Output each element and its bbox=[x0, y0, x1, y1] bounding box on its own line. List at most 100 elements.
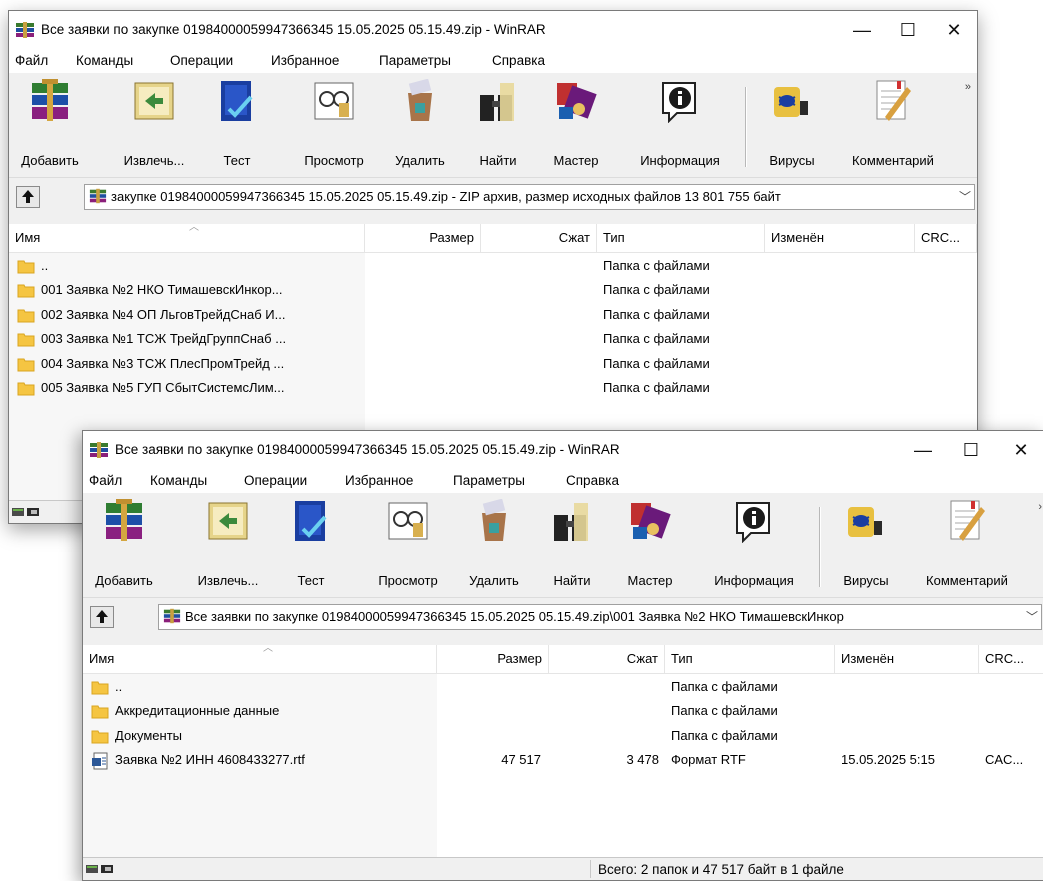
menu-operations[interactable]: Операции bbox=[244, 473, 307, 488]
winrar-archive-icon bbox=[163, 608, 181, 627]
column-crc[interactable]: CRC... bbox=[979, 645, 1043, 673]
menu-file[interactable]: Файл bbox=[89, 473, 122, 488]
file-list-row[interactable]: .. Папка с файлами bbox=[83, 676, 1043, 700]
extract-button[interactable]: Извлечь... bbox=[113, 79, 195, 175]
title-bar[interactable]: Все заявки по закупке 019840000599473663… bbox=[83, 431, 1043, 469]
folder-icon bbox=[17, 356, 35, 375]
folder-icon bbox=[17, 331, 35, 350]
wizard-button[interactable]: Мастер bbox=[621, 499, 679, 595]
menu-options[interactable]: Параметры bbox=[379, 53, 451, 68]
chevron-down-icon[interactable]: ﹀ bbox=[956, 185, 974, 209]
info-button[interactable]: Информация bbox=[699, 499, 809, 595]
column-type[interactable]: Тип bbox=[597, 224, 765, 252]
file-list-row[interactable]: 004 Заявка №3 ТСЖ ПлесПромТрейд ... Папка… bbox=[9, 353, 977, 377]
cell-type: Формат RTF bbox=[671, 752, 746, 768]
up-folder-button[interactable] bbox=[90, 606, 114, 628]
drive-status-icon bbox=[11, 505, 41, 522]
rtf-document-icon bbox=[91, 752, 109, 773]
comment-button[interactable]: Комментарий bbox=[909, 499, 1025, 595]
folder-icon bbox=[91, 679, 109, 698]
view-button[interactable]: Просмотр bbox=[366, 499, 450, 595]
add-button[interactable]: Добавить bbox=[17, 79, 83, 175]
menu-favorites[interactable]: Избранное bbox=[345, 473, 413, 488]
menu-file[interactable]: Файл bbox=[15, 53, 48, 68]
file-list-row[interactable]: 001 Заявка №2 НКО ТимашевскИнкор... Папка… bbox=[9, 279, 977, 303]
menu-help[interactable]: Справка bbox=[492, 53, 545, 68]
test-icon bbox=[217, 79, 257, 126]
folder-icon bbox=[17, 380, 35, 399]
cell-modified: 15.05.2025 5:15 bbox=[841, 752, 935, 768]
address-text: Все заявки по закупке 019840000599473663… bbox=[185, 609, 844, 624]
wizard-button[interactable]: Мастер bbox=[547, 79, 605, 175]
cell-name: 002 Заявка №4 ОП ЛьговТрейдСнаб И... bbox=[41, 306, 286, 322]
extract-button[interactable]: Извлечь... bbox=[187, 499, 269, 595]
minimize-button[interactable]: — bbox=[900, 431, 946, 469]
file-list-row[interactable]: Аккредитационные данные Папка с файлами bbox=[83, 700, 1043, 724]
delete-icon bbox=[474, 498, 514, 546]
drive-status-icon bbox=[85, 862, 115, 879]
cell-type: Папка с файлами bbox=[671, 703, 778, 719]
menu-options[interactable]: Параметры bbox=[453, 473, 525, 488]
window-title: Все заявки по закупке 019840000599473663… bbox=[41, 22, 546, 37]
file-list-row[interactable]: 002 Заявка №4 ОП ЛьговТрейдСнаб И... Папк… bbox=[9, 304, 977, 328]
cell-name: .. bbox=[41, 258, 49, 273]
delete-button[interactable]: Удалить bbox=[461, 498, 527, 595]
menu-commands[interactable]: Команды bbox=[150, 473, 207, 488]
folder-icon bbox=[91, 703, 109, 722]
column-packed[interactable]: Сжат bbox=[549, 645, 665, 673]
toolbar-overflow-chevron[interactable]: » bbox=[965, 81, 971, 93]
file-list-row[interactable]: Заявка №2 ИНН 4608433277.rtf 47 517 3 478 Ф… bbox=[83, 749, 1043, 773]
view-icon bbox=[311, 79, 357, 126]
comment-button[interactable]: Комментарий bbox=[835, 79, 951, 175]
menu-favorites[interactable]: Избранное bbox=[271, 53, 339, 68]
column-type[interactable]: Тип bbox=[665, 645, 835, 673]
toolbar: Добавить Извлечь... Тест Просмотр Удалит… bbox=[9, 73, 977, 177]
info-icon bbox=[731, 499, 777, 546]
close-button[interactable]: ✕ bbox=[931, 11, 977, 49]
add-button[interactable]: Добавить bbox=[91, 499, 157, 595]
minimize-button[interactable]: — bbox=[839, 11, 885, 49]
maximize-button[interactable]: ☐ bbox=[885, 11, 931, 49]
menu-commands[interactable]: Команды bbox=[76, 53, 133, 68]
address-combobox[interactable]: Все заявки по закупке 019840000599473663… bbox=[158, 604, 1042, 630]
file-list-row[interactable]: 005 Заявка №5 ГУП СбытСистемсЛим... Папка… bbox=[9, 377, 977, 401]
column-size[interactable]: Размер bbox=[437, 645, 549, 673]
close-button[interactable]: ✕ bbox=[998, 431, 1043, 469]
delete-icon bbox=[400, 78, 440, 126]
address-bar: Все заявки по закупке 019840000599473663… bbox=[83, 597, 1043, 636]
title-bar[interactable]: Все заявки по закупке 019840000599473663… bbox=[9, 11, 977, 49]
find-button[interactable]: Найти bbox=[471, 79, 525, 175]
virus-scan-button[interactable]: Вирусы bbox=[759, 79, 825, 175]
view-button[interactable]: Просмотр bbox=[292, 79, 376, 175]
column-crc[interactable]: CRC... bbox=[915, 224, 977, 252]
test-button[interactable]: Тест bbox=[288, 499, 334, 595]
wizard-icon bbox=[553, 79, 599, 126]
column-modified[interactable]: Изменён bbox=[765, 224, 915, 252]
winrar-archive-icon bbox=[89, 188, 107, 207]
virus-scan-icon bbox=[844, 499, 888, 546]
find-button[interactable]: Найти bbox=[545, 499, 599, 595]
maximize-button[interactable]: ☐ bbox=[948, 431, 994, 469]
menu-help[interactable]: Справка bbox=[566, 473, 619, 488]
file-list-row[interactable]: .. Папка с файлами bbox=[9, 255, 977, 279]
menu-operations[interactable]: Операции bbox=[170, 53, 233, 68]
column-size[interactable]: Размер bbox=[365, 224, 481, 252]
file-list-row[interactable]: Документы Папка с файлами bbox=[83, 725, 1043, 749]
address-combobox[interactable]: закупке 01984000059947366345 15.05.2025 … bbox=[84, 184, 975, 210]
sort-arrow-icon: ︿ bbox=[263, 643, 273, 654]
file-list-row[interactable]: 003 Заявка №1 ТСЖ ТрейдГруппСнаб ... Папк… bbox=[9, 328, 977, 352]
file-list: .. Папка с файлами Аккредитационные данные… bbox=[83, 674, 1043, 858]
chevron-down-icon[interactable]: ﹀ bbox=[1023, 605, 1041, 629]
delete-button[interactable]: Удалить bbox=[387, 78, 453, 175]
toolbar-overflow-chevron[interactable]: › bbox=[1038, 501, 1042, 513]
test-button[interactable]: Тест bbox=[214, 79, 260, 175]
status-bar: Всего: 2 папок и 47 517 байт в 1 файле bbox=[83, 857, 1043, 880]
virus-scan-button[interactable]: Вирусы bbox=[833, 499, 899, 595]
column-name[interactable]: Имя bbox=[9, 224, 365, 252]
cell-size: 47 517 bbox=[501, 752, 541, 768]
column-name[interactable]: Имя bbox=[83, 645, 437, 673]
column-modified[interactable]: Изменён bbox=[835, 645, 979, 673]
column-packed[interactable]: Сжат bbox=[481, 224, 597, 252]
up-folder-button[interactable] bbox=[16, 186, 40, 208]
info-button[interactable]: Информация bbox=[625, 79, 735, 175]
